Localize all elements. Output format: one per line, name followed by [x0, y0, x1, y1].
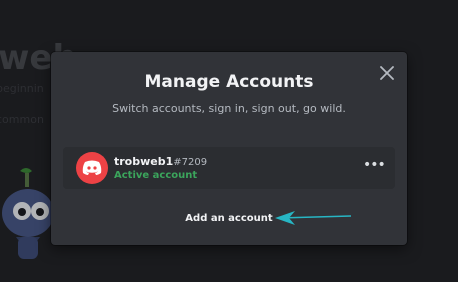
modal-subtitle: Switch accounts, sign in, sign out, go w…: [112, 102, 346, 115]
discord-logo-icon: [82, 160, 102, 175]
account-row[interactable]: trobweb1#7209 Active account •••: [63, 147, 395, 189]
avatar: [76, 152, 108, 184]
more-horizontal-icon[interactable]: •••: [363, 158, 386, 177]
account-username: trobweb1#7209: [114, 155, 207, 168]
account-status: Active account: [114, 170, 198, 181]
modal-title: Manage Accounts: [144, 72, 314, 92]
manage-accounts-modal: Manage Accounts Switch accounts, sign in…: [51, 52, 407, 245]
username-text: trobweb1: [114, 155, 174, 168]
add-account-button[interactable]: Add an account: [51, 213, 407, 224]
annotation-arrow-icon: [275, 211, 352, 225]
account-discriminator: #7209: [173, 157, 208, 168]
